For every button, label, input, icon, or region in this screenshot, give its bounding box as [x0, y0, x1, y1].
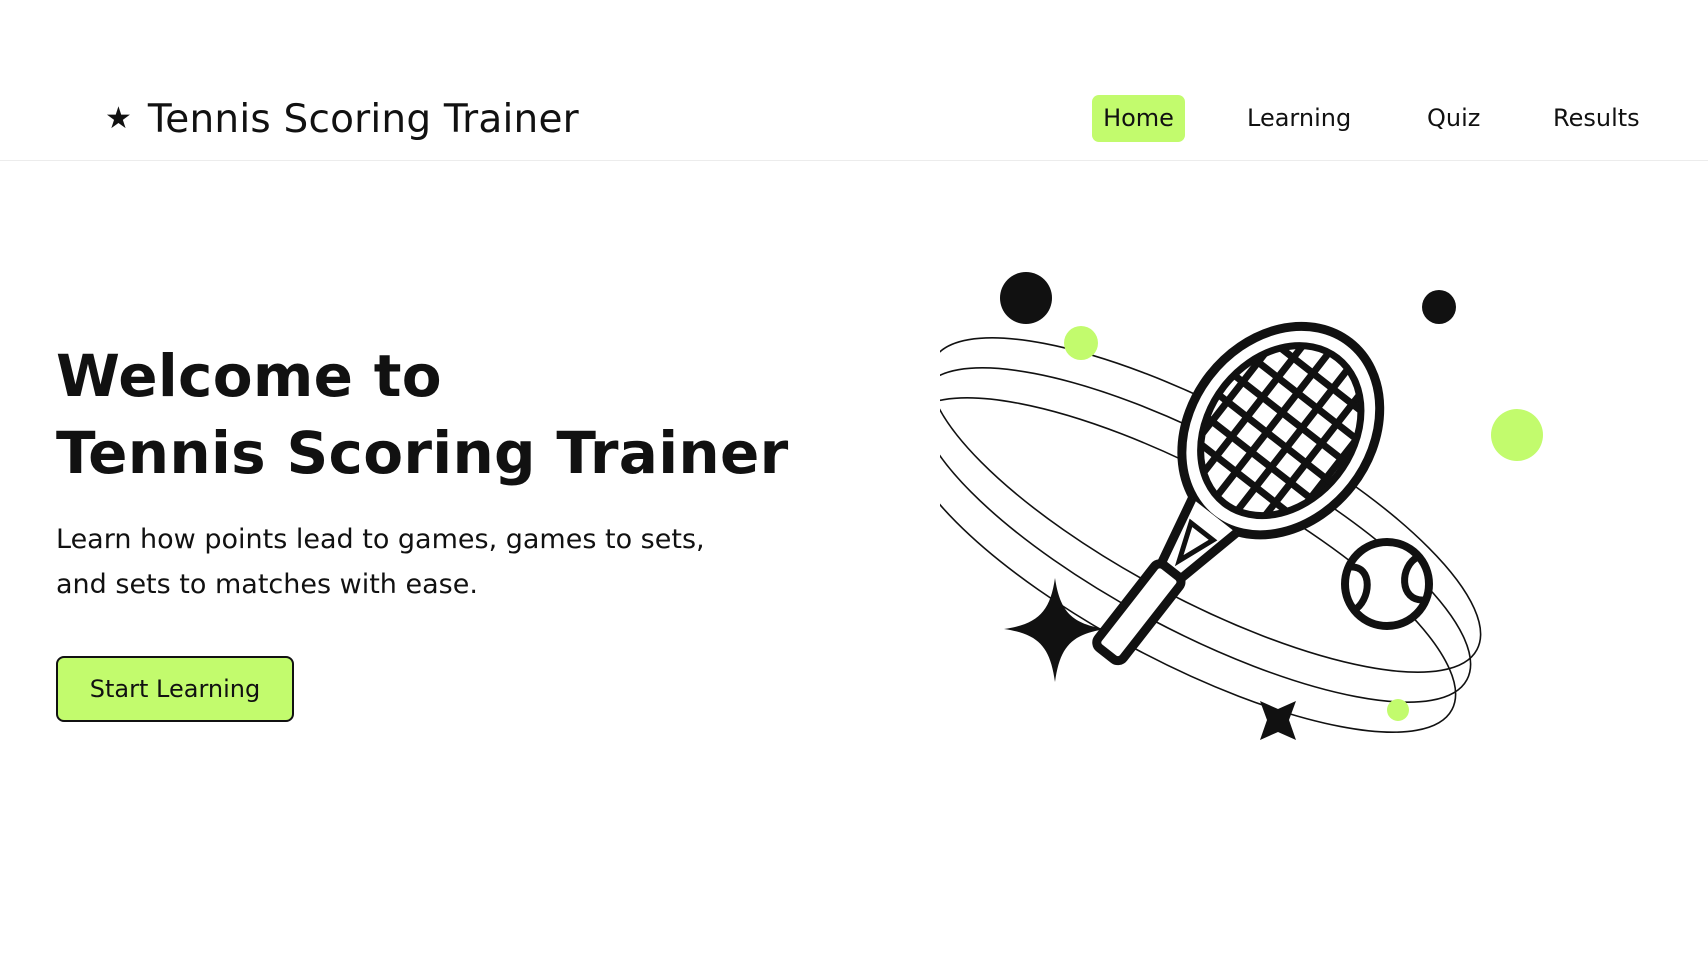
nav-results[interactable]: Results	[1553, 95, 1640, 142]
hero-subtitle-line-2: and sets to matches with ease.	[56, 569, 478, 600]
sparkle-small-icon	[1260, 701, 1296, 740]
black-dot-large	[1000, 272, 1052, 324]
hero-title-line-2: Tennis Scoring Trainer	[56, 419, 789, 487]
green-dot-large	[1491, 409, 1543, 461]
hero-subtitle: Learn how points lead to games, games to…	[56, 517, 796, 607]
main-nav: Home Learning Quiz Results	[0, 95, 1708, 142]
hero-title-line-1: Welcome to	[56, 342, 442, 410]
black-dot-small	[1422, 290, 1456, 324]
page: ★ Tennis Scoring Trainer Home Learning Q…	[0, 0, 1708, 960]
tennis-illustration	[940, 272, 1543, 740]
nav-learning[interactable]: Learning	[1247, 95, 1351, 142]
hero-subtitle-line-1: Learn how points lead to games, games to…	[56, 524, 705, 555]
green-dot-small	[1064, 326, 1098, 360]
nav-home[interactable]: Home	[1092, 95, 1185, 142]
top-header: ★ Tennis Scoring Trainer Home Learning Q…	[0, 0, 1708, 161]
tennis-ball-icon	[1341, 538, 1433, 630]
nav-quiz[interactable]: Quiz	[1427, 95, 1480, 142]
green-dot-tiny	[1387, 699, 1409, 721]
sparkle-star-icon	[1004, 578, 1106, 682]
start-learning-button[interactable]: Start Learning	[56, 656, 294, 722]
hero-title: Welcome to Tennis Scoring Trainer	[56, 338, 789, 492]
